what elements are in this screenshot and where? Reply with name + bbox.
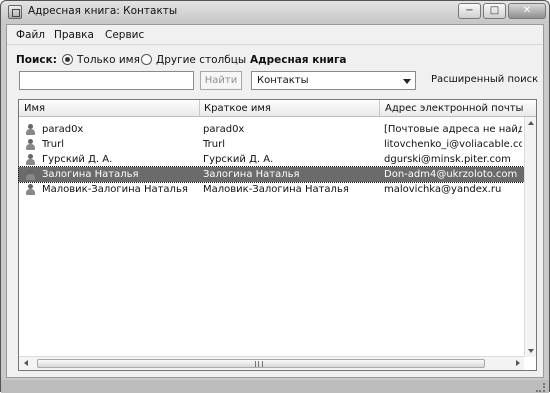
vertical-scrollbar[interactable] [524,117,536,357]
contact-name: Залогина Наталья [42,169,139,180]
person-icon [26,139,35,150]
contact-name: Маловик-Залогина Наталья [42,184,188,195]
menu-service[interactable]: Сервис [105,29,144,41]
down-arrow-icon[interactable] [528,349,534,353]
person-icon [26,184,35,195]
minimize-button[interactable]: − [458,3,481,19]
contact-email: dgurski@minsk.piter.com [384,154,511,165]
resize-grip-icon[interactable] [536,383,545,392]
search-input[interactable] [19,71,194,90]
contact-email: litovchenko_i@voliacable.com [384,139,522,150]
address-book-select[interactable]: Контакты [251,71,416,90]
table-row[interactable]: Trurl Trurl litovchenko_i@voliacable.com [19,137,524,152]
maximize-button[interactable]: □ [483,3,506,19]
title-bar[interactable]: Адресная книга: Контакты − □ ✕ [1,1,549,23]
contact-email: [Почтовые адреса не найден [384,124,522,135]
horizontal-scrollbar[interactable] [19,356,524,370]
search-label: Поиск: [16,54,57,66]
up-arrow-icon[interactable] [528,121,534,125]
contact-short-name: Гурский Д. А. [203,154,274,165]
only-name-label[interactable]: Только имя [77,54,140,66]
table-row[interactable]: Маловик-Залогина Наталья Маловик-Залогин… [19,182,524,197]
menu-file[interactable]: Файл [16,29,45,41]
contacts-table: Имя Краткое имя Адрес электронной почты … [18,99,537,371]
contact-short-name: Залогина Наталья [203,169,300,180]
contact-name: Гурский Д. А. [42,154,113,165]
window-title: Адресная книга: Контакты [28,5,178,17]
menu-edit[interactable]: Правка [54,29,94,41]
contact-name: parad0x [42,124,84,135]
table-row[interactable]: parad0x parad0x [Почтовые адреса не найд… [19,122,524,137]
contact-short-name: Trurl [203,139,225,150]
menu-bar: Файл Правка Сервис [7,25,543,45]
chevron-down-icon[interactable] [403,79,411,84]
other-columns-label[interactable]: Другие столбцы [156,54,246,66]
contact-email: malovichka@yandex.ru [384,184,502,195]
person-icon [26,154,35,165]
column-name[interactable]: Имя [19,100,200,117]
search-row: Поиск: Только имя Другие столбцы Адресна… [7,49,543,67]
person-icon [26,124,35,135]
address-book-label: Адресная книга [250,54,347,66]
only-name-radio[interactable] [62,54,73,65]
main-client-area: Файл Правка Сервис Поиск: Только имя Дру… [6,24,544,378]
advanced-search-link[interactable]: Расширенный поиск [431,74,538,85]
contact-short-name: parad0x [203,124,245,135]
contact-short-name: Маловик-Залогина Наталья [203,184,349,195]
right-arrow-icon[interactable] [516,360,520,366]
address-book-window: Адресная книга: Контакты − □ ✕ Файл Прав… [0,0,550,393]
left-arrow-icon[interactable] [24,360,28,366]
status-bar [1,380,549,393]
table-row-selected[interactable]: Залогина Наталья Залогина Наталья Don-ad… [18,166,525,183]
find-button[interactable]: Найти [200,71,242,90]
other-columns-radio[interactable] [141,54,152,65]
close-button[interactable]: ✕ [508,3,546,19]
person-icon [26,169,35,180]
selected-address-book: Контакты [257,75,309,86]
table-header: Имя Краткое имя Адрес электронной почты [19,100,536,117]
horizontal-scroll-thumb[interactable] [37,359,485,368]
address-book-icon [8,5,22,19]
grip-icon [255,361,263,367]
column-short-name[interactable]: Краткое имя [200,100,380,117]
contact-name: Trurl [42,139,64,150]
column-email[interactable]: Адрес электронной почты [380,100,536,117]
table-row[interactable]: Гурский Д. А. Гурский Д. А. dgurski@mins… [19,152,524,167]
contact-email: Don-adm4@ukrzoloto.com [384,169,518,180]
